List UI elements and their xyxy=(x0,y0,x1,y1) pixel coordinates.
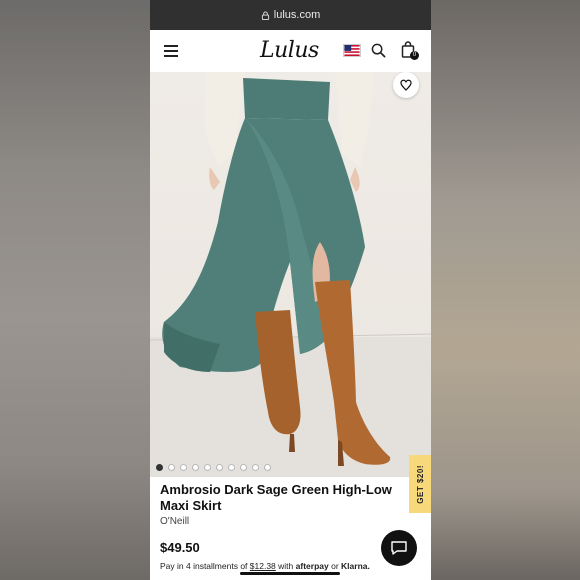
gallery-dot[interactable] xyxy=(264,464,271,471)
background-blur-left xyxy=(0,0,150,580)
search-icon[interactable] xyxy=(371,43,386,58)
installment-amount: $12.38 xyxy=(249,561,276,571)
installments-or: or xyxy=(331,561,339,571)
lock-icon xyxy=(261,10,269,20)
home-indicator xyxy=(240,572,340,575)
product-price: $49.50 xyxy=(160,540,200,555)
product-brand[interactable]: O'Neill xyxy=(160,516,189,527)
browser-url-bar[interactable]: lulus.com xyxy=(150,0,431,30)
background-blur-right xyxy=(430,0,580,580)
us-flag-icon[interactable] xyxy=(343,44,361,57)
phone-screen: lulus.com Lulus 0 GET $20! Ambrosio Dark… xyxy=(150,0,431,580)
promo-tab-label: GET $20! xyxy=(415,464,425,504)
gallery-dot[interactable] xyxy=(156,464,163,471)
promo-tab[interactable]: GET $20! xyxy=(409,455,431,513)
site-logo[interactable]: Lulus xyxy=(260,38,319,63)
installments-text: Pay in 4 installments of $12.38 with aft… xyxy=(160,561,370,571)
chat-icon xyxy=(391,541,407,555)
gallery-dot[interactable] xyxy=(192,464,199,471)
installments-with: with xyxy=(278,561,294,571)
cart-count-badge: 0 xyxy=(410,51,419,60)
gallery-pagination xyxy=(156,464,271,471)
heart-icon xyxy=(400,79,412,91)
product-image[interactable] xyxy=(150,72,431,477)
klarna-link[interactable]: Klarna. xyxy=(341,561,370,571)
gallery-dot[interactable] xyxy=(216,464,223,471)
browser-url: lulus.com xyxy=(273,9,321,21)
site-header: Lulus 0 xyxy=(150,30,431,72)
gallery-dot[interactable] xyxy=(180,464,187,471)
gallery-dot[interactable] xyxy=(228,464,235,471)
model-photo xyxy=(150,72,431,477)
gallery-dot[interactable] xyxy=(168,464,175,471)
installments-prefix: Pay in 4 installments of xyxy=(160,561,248,571)
gallery-dot[interactable] xyxy=(252,464,259,471)
hamburger-icon[interactable] xyxy=(164,45,178,57)
product-title: Ambrosio Dark Sage Green High-Low Maxi S… xyxy=(160,482,392,513)
chat-button[interactable] xyxy=(381,530,417,566)
afterpay-link[interactable]: afterpay xyxy=(296,561,329,571)
gallery-dot[interactable] xyxy=(204,464,211,471)
gallery-dot[interactable] xyxy=(240,464,247,471)
wishlist-button[interactable] xyxy=(393,72,419,98)
